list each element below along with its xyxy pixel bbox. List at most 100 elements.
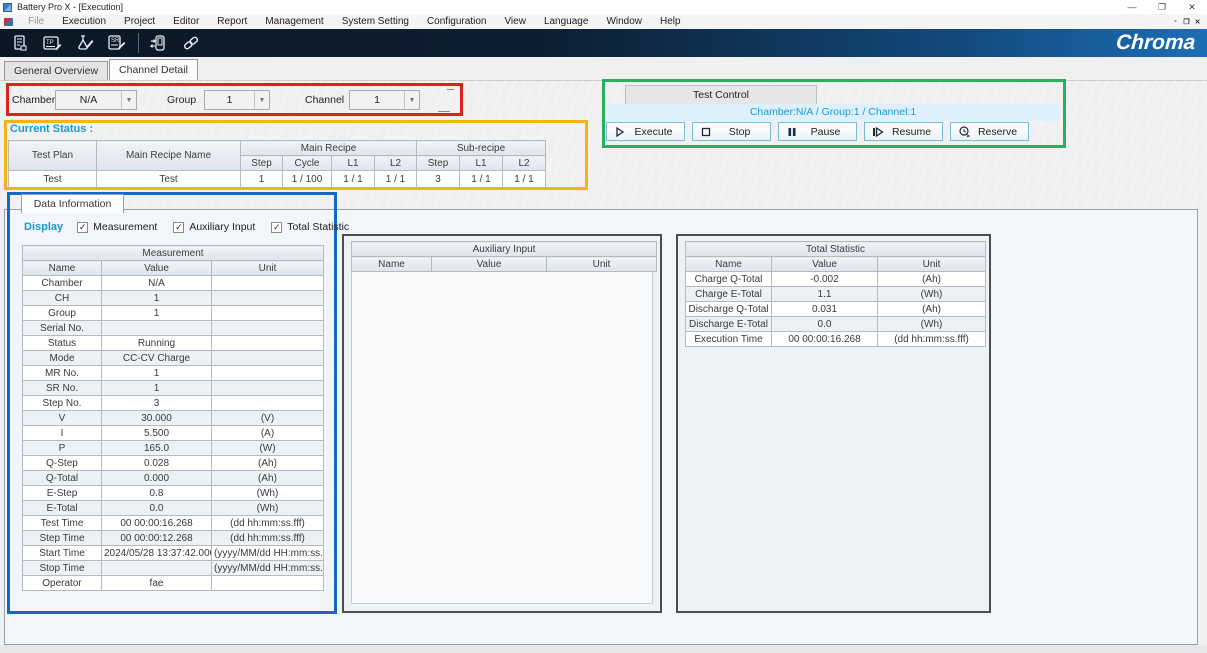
chroma-logo: Chroma	[1115, 31, 1207, 55]
mdi-minimize-icon[interactable]: -	[1170, 18, 1181, 26]
cell-value: Running	[102, 336, 212, 351]
chamber-dropdown[interactable]: N/A ▼	[55, 90, 137, 110]
cell-name: Q-Total	[23, 471, 102, 486]
menu-item[interactable]: File	[19, 14, 53, 29]
col-name: Name	[686, 257, 772, 272]
mdi-restore-icon[interactable]: ❐	[1181, 18, 1192, 26]
cell-name: P	[23, 441, 102, 456]
checkbox-checked-icon: ✓	[173, 222, 184, 233]
col-step: Step	[241, 156, 283, 171]
cell-sub-l2: 1 / 1	[503, 171, 546, 188]
group-dropdown[interactable]: 1 ▼	[204, 90, 270, 110]
measurement-checkbox[interactable]: ✓ Measurement	[77, 221, 157, 233]
cell-unit	[212, 396, 324, 411]
display-options: Display ✓ Measurement ✓ Auxiliary Input …	[24, 221, 365, 233]
app-window: Battery Pro X - [Execution] — ❐ ✕ FileEx…	[0, 0, 1207, 653]
close-icon[interactable]: ✕	[1177, 0, 1207, 14]
table-row: SR No. 1	[23, 381, 324, 396]
menu-bar: FileExecutionProjectEditorReportManageme…	[0, 14, 1207, 29]
data-information-tab[interactable]: Data Information	[21, 194, 124, 214]
table-row: Start Time 2024/05/28 13:37:42.000 (yyyy…	[23, 546, 324, 561]
auxiliary-input-checkbox[interactable]: ✓ Auxiliary Input	[173, 221, 255, 233]
col-value: Value	[432, 257, 547, 272]
mdi-close-icon[interactable]: ✕	[1192, 18, 1203, 26]
test-plan-editor-icon[interactable]: TP	[40, 32, 64, 54]
report-icon[interactable]	[8, 32, 32, 54]
table-row: Charge Q-Total -0.002 (Ah)	[686, 272, 986, 287]
chamber-value: N/A	[56, 94, 121, 106]
resume-button[interactable]: Resume	[864, 122, 943, 141]
cell-test-plan: Test	[9, 171, 97, 188]
table-row: Step No. 3	[23, 396, 324, 411]
cell-unit: (Wh)	[212, 501, 324, 516]
restore-icon[interactable]: ❐	[1147, 0, 1177, 14]
measurement-title: Measurement	[23, 246, 324, 261]
cell-value: 3	[102, 396, 212, 411]
menu-item[interactable]: View	[495, 14, 535, 29]
current-status-label: Current Status :	[10, 123, 93, 135]
channel-transfer-icon[interactable]	[147, 32, 171, 54]
cell-main-recipe-name: Test	[97, 171, 241, 188]
title-bar: Battery Pro X - [Execution] — ❐ ✕	[0, 0, 1207, 14]
col-sub-step: Step	[417, 156, 460, 171]
col-name: Name	[23, 261, 102, 276]
channel-dropdown[interactable]: 1 ▼	[349, 90, 420, 110]
bottom-strip	[0, 645, 1207, 653]
col-l2: L2	[375, 156, 417, 171]
chamber-label: Chamber	[12, 94, 55, 106]
cell-sub-step: 3	[417, 171, 460, 188]
tab-channel-detail[interactable]: Channel Detail	[109, 59, 198, 80]
menu-item[interactable]: Management	[256, 14, 332, 29]
cell-name: Discharge E-Total	[686, 317, 772, 332]
menu-item[interactable]: Window	[597, 14, 651, 29]
col-unit: Unit	[547, 257, 657, 272]
cell-name: Execution Time	[686, 332, 772, 347]
cell-unit: (V)	[212, 411, 324, 426]
total-statistic-checkbox[interactable]: ✓ Total Statistic	[271, 221, 349, 233]
total-statistic-table: Total Statistic Name Value Unit Charge Q…	[685, 241, 986, 347]
link-icon[interactable]	[179, 32, 203, 54]
table-row: Serial No.	[23, 321, 324, 336]
cell-unit	[212, 321, 324, 336]
menu-item[interactable]: Configuration	[418, 14, 495, 29]
group-sub-recipe: Sub-recipe	[417, 141, 546, 156]
recipe-editor-icon[interactable]	[72, 32, 96, 54]
col-test-plan: Test Plan	[9, 141, 97, 171]
cell-value: 00 00:00:16.268	[772, 332, 878, 347]
col-value: Value	[102, 261, 212, 276]
minimize-icon[interactable]: —	[1117, 0, 1147, 14]
cell-name: I	[23, 426, 102, 441]
app-icon	[3, 3, 12, 12]
reserve-button[interactable]: Reserve	[950, 122, 1029, 141]
cell-value: -0.002	[772, 272, 878, 287]
auxiliary-input-body	[351, 271, 653, 604]
menu-item[interactable]: Language	[535, 14, 598, 29]
test-control-tab[interactable]: Test Control	[625, 85, 817, 104]
col-sub-l1: L1	[460, 156, 503, 171]
table-row: V 30.000 (V)	[23, 411, 324, 426]
sub-recipe-editor-icon[interactable]: SR	[104, 32, 128, 54]
tab-general-overview[interactable]: General Overview	[4, 61, 108, 80]
cell-unit: (yyyy/MM/dd HH:mm:ss.fff)	[212, 546, 324, 561]
menu-item[interactable]: Project	[115, 14, 164, 29]
cell-value: 1.1	[772, 287, 878, 302]
cell-unit: (Wh)	[878, 287, 986, 302]
cell-name: Q-Step	[23, 456, 102, 471]
menu-item[interactable]: Editor	[164, 14, 208, 29]
cell-unit: (Ah)	[212, 471, 324, 486]
col-l1: L1	[332, 156, 375, 171]
menu-item[interactable]: Help	[651, 14, 690, 29]
pause-button[interactable]: Pause	[778, 122, 857, 141]
cell-value: 0.031	[772, 302, 878, 317]
menu-item[interactable]: Execution	[53, 14, 115, 29]
cell-value: 0.028	[102, 456, 212, 471]
chevron-down-icon: ▼	[254, 91, 269, 109]
col-main-recipe-name: Main Recipe Name	[97, 141, 241, 171]
cell-unit: (W)	[212, 441, 324, 456]
cell-name: Operator	[23, 576, 102, 591]
execute-button[interactable]: Execute	[606, 122, 685, 141]
window-title: Battery Pro X - [Execution]	[17, 2, 123, 12]
stop-button[interactable]: Stop	[692, 122, 771, 141]
menu-item[interactable]: System Setting	[333, 14, 418, 29]
menu-item[interactable]: Report	[208, 14, 256, 29]
